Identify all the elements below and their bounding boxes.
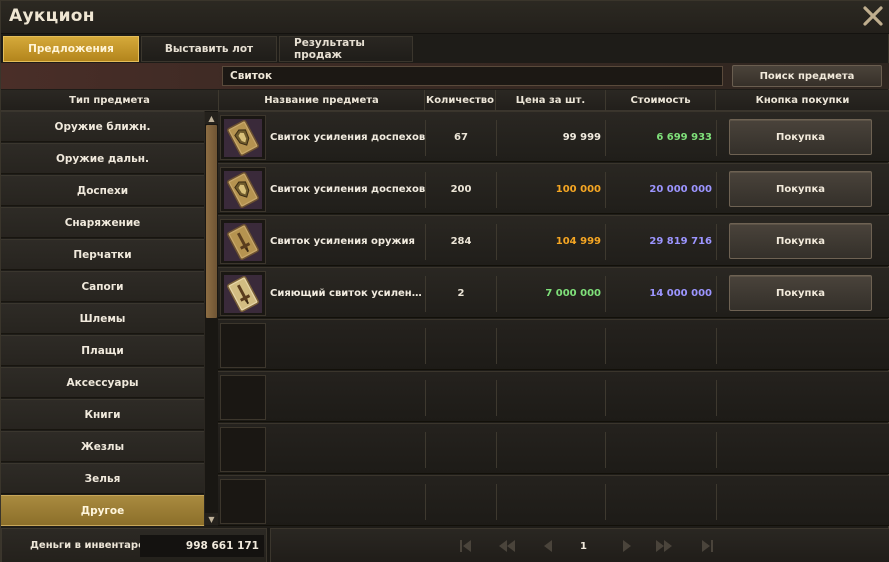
item-slot[interactable] (220, 115, 266, 160)
first-page-icon (460, 540, 471, 552)
close-button[interactable] (862, 5, 884, 27)
fast-forward-icon (656, 540, 672, 552)
item-name: Свиток усиления доспехов (270, 132, 425, 143)
table-row: Сияющий свиток усилен… 2 7 000 000 14 00… (218, 267, 889, 318)
category-melee-weapons[interactable]: Оружие ближн. (1, 111, 204, 142)
category-cloaks[interactable]: Плащи (1, 335, 204, 366)
empty-row (218, 371, 889, 422)
search-row: Поиск предмета (1, 63, 889, 89)
item-unit-price: 104 999 (555, 236, 601, 247)
category-books[interactable]: Книги (1, 399, 204, 430)
window-title: Аукцион (9, 6, 95, 26)
first-page-button[interactable] (456, 536, 476, 556)
item-cost: 29 819 716 (649, 236, 712, 247)
arrow-down-icon[interactable]: ▼ (205, 513, 218, 525)
category-scrollbar[interactable]: ▲ ▼ (204, 111, 218, 526)
item-slot[interactable] (220, 167, 266, 212)
item-name: Свиток усиления оружия (270, 236, 415, 247)
search-input[interactable] (222, 66, 723, 86)
fast-forward-button[interactable] (654, 536, 674, 556)
next-page-icon (623, 540, 631, 552)
empty-item-slot (220, 479, 266, 524)
tab-sales-results[interactable]: Результаты продаж (279, 36, 413, 62)
category-armor[interactable]: Доспехи (1, 175, 204, 206)
category-other[interactable]: Другое (1, 495, 204, 526)
item-name: Сияющий свиток усилен… (270, 288, 422, 299)
item-quantity: 284 (450, 236, 472, 247)
fast-back-button[interactable] (497, 536, 517, 556)
buy-button[interactable]: Покупка (729, 223, 872, 259)
next-page-button[interactable] (617, 536, 637, 556)
search-button[interactable]: Поиск предмета (732, 65, 882, 87)
tab-offers[interactable]: Предложения (3, 36, 139, 62)
tab-bar: Предложения Выставить лот Результаты про… (3, 36, 413, 62)
arrow-up-icon[interactable]: ▲ (205, 112, 218, 124)
header-buy: Кнопка покупки (755, 95, 850, 106)
item-name: Свиток усиления доспехов (270, 184, 425, 195)
item-slot[interactable] (220, 219, 266, 264)
weapon-scroll-icon (224, 223, 262, 261)
last-page-button[interactable] (697, 536, 717, 556)
tab-list-item[interactable]: Выставить лот (141, 36, 277, 62)
category-equipment[interactable]: Снаряжение (1, 207, 204, 238)
buy-button[interactable]: Покупка (729, 171, 872, 207)
empty-item-slot (220, 375, 266, 420)
prev-page-button[interactable] (538, 536, 558, 556)
header-item-type: Тип предмета (1, 90, 219, 111)
item-quantity: 67 (454, 132, 468, 143)
shining-scroll-icon (224, 275, 262, 313)
empty-item-slot (220, 427, 266, 472)
item-slot[interactable] (220, 271, 266, 316)
header-quantity: Количество (425, 90, 496, 111)
category-accessories[interactable]: Аксессуары (1, 367, 204, 398)
item-quantity: 200 (450, 184, 472, 195)
close-icon (863, 6, 883, 26)
item-unit-price: 99 999 (562, 132, 601, 143)
inventory-money: Деньги в инвентаре 998 661 171 (1, 528, 267, 562)
empty-row (218, 423, 889, 474)
money-label: Деньги в инвентаре (30, 540, 145, 551)
category-wands[interactable]: Жезлы (1, 431, 204, 462)
title-bar: Аукцион (1, 1, 889, 34)
header-unit-price: Цена за шт. (496, 90, 606, 111)
item-unit-price: 7 000 000 (545, 288, 601, 299)
category-gloves[interactable]: Перчатки (1, 239, 204, 270)
pagination: 1 (270, 528, 889, 562)
item-unit-price: 100 000 (555, 184, 601, 195)
scroll-thumb[interactable] (206, 125, 217, 318)
table-header: Тип предмета Название предмета Количеств… (1, 90, 889, 111)
armor-scroll-icon (224, 119, 262, 157)
current-page: 1 (580, 541, 587, 552)
item-cost: 6 699 933 (656, 132, 712, 143)
empty-row (218, 319, 889, 370)
category-ranged-weapons[interactable]: Оружие дальн. (1, 143, 204, 174)
category-list: Оружие ближн. Оружие дальн. Доспехи Снар… (1, 111, 204, 527)
header-cost: Стоимость (606, 90, 716, 111)
prev-page-icon (544, 540, 552, 552)
listing-table: Свиток усиления доспехов 67 99 999 6 699… (218, 111, 889, 527)
last-page-icon (702, 540, 713, 552)
table-row: Свиток усиления доспехов 67 99 999 6 699… (218, 111, 889, 162)
footer: Деньги в инвентаре 998 661 171 1 (1, 528, 889, 562)
armor-scroll-icon (224, 171, 262, 209)
category-boots[interactable]: Сапоги (1, 271, 204, 302)
auction-window: Аукцион Предложения Выставить лот Резуль… (0, 0, 889, 562)
table-row: Свиток усиления оружия 284 104 999 29 81… (218, 215, 889, 266)
category-potions[interactable]: Зелья (1, 463, 204, 494)
table-row: Свиток усиления доспехов 200 100 000 20 … (218, 163, 889, 214)
buy-button[interactable]: Покупка (729, 119, 872, 155)
header-item-name: Название предмета (219, 90, 425, 111)
money-value: 998 661 171 (140, 535, 264, 557)
item-cost: 14 000 000 (649, 288, 712, 299)
buy-button[interactable]: Покупка (729, 275, 872, 311)
fast-back-icon (499, 540, 515, 552)
item-cost: 20 000 000 (649, 184, 712, 195)
empty-row (218, 475, 889, 526)
empty-item-slot (220, 323, 266, 368)
category-helmets[interactable]: Шлемы (1, 303, 204, 334)
item-quantity: 2 (457, 288, 465, 299)
